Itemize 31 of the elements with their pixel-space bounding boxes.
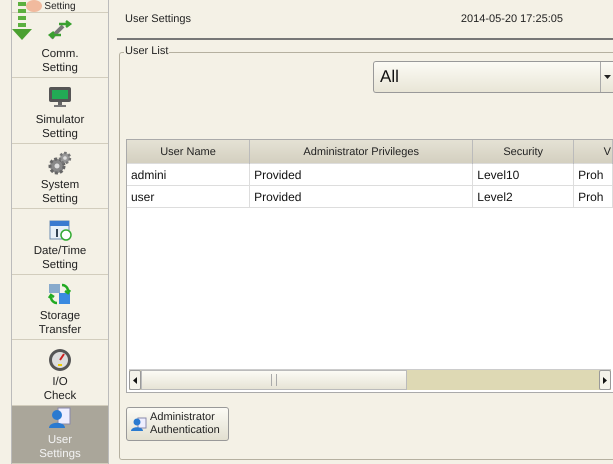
table-cell: admini [127,164,250,186]
gears-icon [48,151,72,176]
sidebar-item[interactable]: Storage Transfer [12,274,108,340]
horizontal-scrollbar[interactable] [129,369,611,390]
column-header[interactable]: Administrator Privileges [250,140,473,164]
sidebar-item[interactable]: Date/Time Setting [12,209,108,275]
table-cell: Provided [250,186,473,208]
monitor-icon [48,86,72,110]
caret-icon [604,75,610,79]
column-header[interactable]: User Name [127,140,250,164]
user-icon [131,416,147,432]
group-label: User List [124,45,170,57]
right-arrow-icon [603,376,607,384]
gauge-icon [48,348,72,372]
table-cell: user [127,186,250,208]
column-header[interactable]: Security [472,140,574,164]
table-cell: Provided [250,164,473,186]
table-cell: Proh [574,164,612,186]
sidebar-item[interactable]: Simulator Setting [12,78,108,144]
left-arrow-icon [133,376,137,384]
filter-dropdown[interactable]: All [373,61,613,93]
table-cell: Level10 [472,164,574,186]
storage-transfer-icon [48,282,72,306]
sidebar-item[interactable]: System Setting [12,144,108,210]
page-title: User Settings [125,13,192,25]
date-time: 2014-05-20 17:25:05 [460,13,563,25]
user-icon [48,406,72,430]
table-cell: Proh [574,186,612,208]
column-header[interactable]: V [574,140,612,164]
administrator-authentication-button[interactable]: Administrator Authentication [126,407,229,441]
table-cell: Level2 [472,186,574,208]
